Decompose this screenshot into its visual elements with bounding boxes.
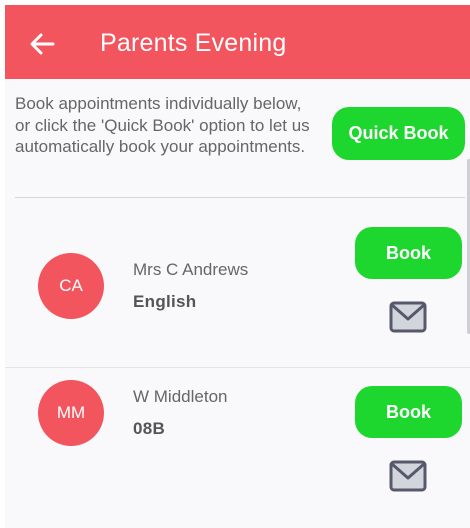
intro-text: Book appointments individually below, or… — [15, 94, 310, 156]
book-button[interactable]: Book — [355, 227, 462, 279]
message-button[interactable] — [389, 301, 427, 333]
content-area: Book appointments individually below, or… — [5, 79, 470, 528]
teacher-row: MM W Middleton 08B Book — [5, 367, 470, 527]
avatar: MM — [38, 380, 104, 446]
envelope-icon — [389, 460, 427, 492]
page-title: Parents Evening — [100, 29, 287, 57]
teacher-subject: English — [133, 292, 197, 311]
message-button[interactable] — [389, 460, 427, 492]
divider — [15, 197, 465, 198]
teacher-subject: 08B — [133, 419, 166, 438]
teacher-name: W Middleton — [133, 387, 228, 406]
teacher-name: Mrs C Andrews — [133, 260, 249, 279]
parents-evening-screen: Parents Evening Book appointments indivi… — [0, 0, 470, 528]
envelope-icon — [389, 301, 427, 333]
app-bar: Parents Evening — [5, 5, 470, 79]
teacher-row: CA Mrs C Andrews English Book — [5, 209, 470, 369]
book-button[interactable]: Book — [355, 386, 462, 438]
arrow-left-icon — [30, 33, 55, 55]
avatar: CA — [38, 253, 104, 319]
quick-book-button[interactable]: Quick Book — [332, 107, 465, 160]
back-button[interactable] — [25, 27, 59, 61]
